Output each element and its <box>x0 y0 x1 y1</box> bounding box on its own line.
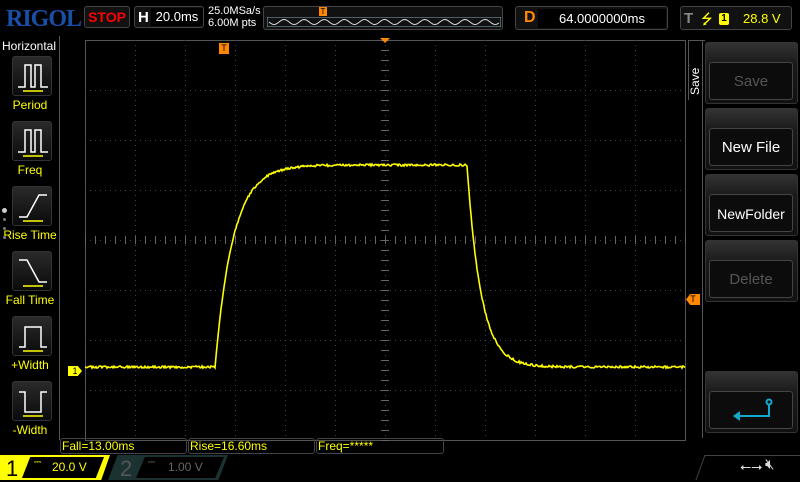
page-indicator-dot <box>3 218 6 221</box>
ch1-number: 1 <box>6 456 18 482</box>
rigol-logo: RIGOL <box>6 6 81 33</box>
measure-label: Period <box>0 98 60 112</box>
freq-icon <box>13 122 53 162</box>
measure--width-button[interactable] <box>12 316 52 356</box>
measure-label: -Width <box>0 423 60 437</box>
rising-edge-icon: ⭍ <box>701 9 713 33</box>
save-button[interactable]: Save <box>705 42 798 104</box>
trigger-source: 1 <box>719 13 729 25</box>
mute-icon: 🔇︎ <box>765 456 774 473</box>
page-indicator-dot <box>3 236 6 239</box>
menu-divider <box>702 40 703 438</box>
trigger-level-marker[interactable]: T <box>686 294 700 305</box>
waveform-overview-icon <box>267 17 501 27</box>
memory-overview: T <box>263 6 503 30</box>
ch1-scale-box[interactable]: ⎓ 20.0 V <box>22 457 104 478</box>
ch2-scale: 1.00 V <box>168 460 203 474</box>
run-stop-status[interactable]: STOP <box>84 6 130 28</box>
measure-rise-time-button[interactable] <box>12 186 52 226</box>
delay-label: D <box>524 9 536 27</box>
new-file-label: New File <box>709 128 793 166</box>
timebase-box[interactable]: H 20.0ms <box>134 6 204 28</box>
trigger-box[interactable]: T ⭍ 1 28.8 V <box>680 6 792 30</box>
dc-coupling-icon: ⎓ <box>148 457 155 468</box>
timebase-value: 20.0ms <box>151 8 203 26</box>
ch1-scale: 20.0 V <box>52 460 87 474</box>
ch2-number: 2 <box>120 456 132 482</box>
center-marker <box>380 38 390 43</box>
memory-depth: 6.00M pts <box>208 17 261 29</box>
horizontal-label: H <box>138 9 149 26</box>
dc-coupling-icon: ⎓ <box>34 457 41 468</box>
trigger-level: 28.8 V <box>743 11 781 26</box>
acquisition-info: 25.0MSa/s 6.00M pts <box>208 5 261 29</box>
menu-title: Save <box>688 68 702 95</box>
waveform-display[interactable] <box>85 40 687 442</box>
delay-box[interactable]: D 64.0000000ms <box>515 6 668 30</box>
usb-icon: ⭠⭢ <box>740 458 762 475</box>
ch1-ground-marker[interactable]: 1 <box>68 366 82 376</box>
measure--width-button[interactable] <box>12 381 52 421</box>
delete-button[interactable]: Delete <box>705 240 798 302</box>
measure-label: Rise Time <box>0 228 60 242</box>
measure-freq-button[interactable] <box>12 121 52 161</box>
measure-label: Freq <box>0 163 60 177</box>
measure-label: Fall Time <box>0 293 60 307</box>
negative-width-icon <box>13 382 53 422</box>
measurement-freq: Freq=***** <box>316 438 444 454</box>
fall-time-icon <box>13 252 53 292</box>
ch2-scale-box[interactable]: ⎓ 1.00 V <box>136 457 224 478</box>
delete-label: Delete <box>709 260 793 298</box>
new-folder-button[interactable]: NewFolder <box>705 174 798 236</box>
measurement-rise: Rise=16.60ms <box>188 438 315 454</box>
measure-label: +Width <box>0 358 60 372</box>
save-label: Save <box>709 62 793 100</box>
period-icon <box>13 57 53 97</box>
measurement-fall: Fall=13.00ms <box>60 438 187 454</box>
delay-value: 64.0000000ms <box>538 9 666 28</box>
rise-time-icon <box>13 187 53 227</box>
new-folder-label: NewFolder <box>709 194 793 232</box>
horizontal-measure-menu: Horizontal Period Freq Rise Time Fall Time +… <box>0 36 60 440</box>
return-icon <box>709 391 793 429</box>
measure-period-button[interactable] <box>12 56 52 96</box>
new-file-button[interactable]: New File <box>705 108 798 170</box>
back-button[interactable] <box>705 371 798 433</box>
positive-width-icon <box>13 317 53 357</box>
measure-fall-time-button[interactable] <box>12 251 52 291</box>
menu-title: Horizontal <box>2 39 56 53</box>
page-indicator-dot <box>3 227 6 230</box>
memory-trigger-marker: T <box>319 7 327 16</box>
page-indicator-dot <box>2 208 7 213</box>
trigger-position-marker[interactable]: T <box>219 43 229 54</box>
sample-rate: 25.0MSa/s <box>208 5 261 17</box>
trigger-label: T <box>684 10 693 27</box>
